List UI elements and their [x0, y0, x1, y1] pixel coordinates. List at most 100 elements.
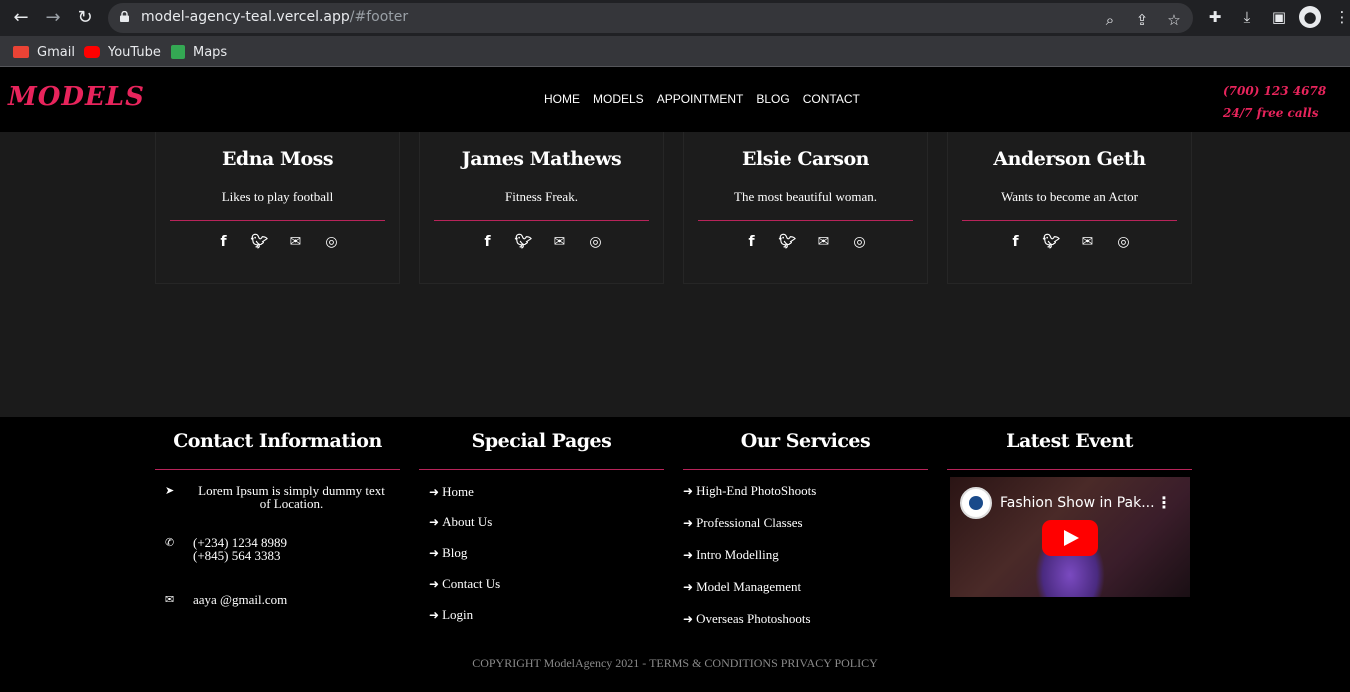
instagram-icon[interactable]: ◎: [323, 233, 341, 251]
instagram-icon[interactable]: ◎: [851, 233, 869, 251]
envelope-icon[interactable]: ✉: [287, 233, 305, 251]
twitter-icon[interactable]: 🐦︎: [251, 233, 269, 251]
contact-location: ➤ Lorem Ipsum is simply dummy text of Lo…: [165, 484, 390, 510]
footer-link-contact[interactable]: ➜ Contact Us: [429, 576, 500, 592]
arrow-right-icon: ➜: [683, 516, 694, 530]
site-header: MODELS HOME MODELS APPOINTMENT BLOG CONT…: [0, 68, 1350, 132]
facebook-icon[interactable]: f: [743, 233, 761, 251]
envelope-icon[interactable]: ✉: [551, 233, 569, 251]
nav-blog[interactable]: BLOG: [756, 92, 789, 106]
link-label: About Us: [442, 514, 493, 529]
side-panel-icon[interactable]: ▣: [1268, 6, 1290, 28]
reload-icon[interactable]: ↻: [73, 6, 97, 30]
facebook-icon[interactable]: f: [479, 233, 497, 251]
footer-link-about[interactable]: ➜ About Us: [429, 514, 492, 530]
bookmark-label: Gmail: [37, 44, 75, 60]
video-title[interactable]: Fashion Show in Pak...: [1000, 495, 1155, 511]
bookmark-label: YouTube: [108, 44, 161, 60]
envelope-icon[interactable]: ✉: [1079, 233, 1097, 251]
nav-contact[interactable]: CONTACT: [803, 92, 860, 106]
youtube-video-embed[interactable]: Fashion Show in Pak... ⋮: [950, 477, 1190, 597]
service-link[interactable]: ➜ Professional Classes: [683, 515, 803, 531]
footer-link-home[interactable]: ➜ Home: [429, 484, 474, 500]
bookmark-gmail[interactable]: Gmail: [13, 42, 75, 62]
phone-icon: ✆: [165, 536, 175, 549]
service-link[interactable]: ➜ Overseas Photoshoots: [683, 611, 811, 627]
zoom-icon[interactable]: ⌕: [1099, 9, 1121, 31]
model-description: Wants to become an Actor: [1001, 189, 1138, 204]
location-arrow-icon: ➤: [165, 484, 175, 497]
model-description: The most beautiful woman.: [734, 189, 877, 204]
footer-heading: Special Pages: [471, 430, 612, 452]
divider: [419, 469, 664, 470]
arrow-right-icon: ➜: [429, 546, 440, 560]
bookmark-youtube[interactable]: YouTube: [84, 42, 161, 62]
models-section: Edna Moss Likes to play football f 🐦︎ ✉ …: [0, 132, 1350, 417]
download-icon[interactable]: ⤓: [1236, 6, 1258, 28]
back-arrow-icon[interactable]: ←: [9, 6, 33, 30]
email-text[interactable]: aaya @gmail.com: [193, 593, 287, 606]
model-name: Edna Moss: [221, 148, 334, 170]
twitter-icon[interactable]: 🐦︎: [1043, 233, 1061, 251]
main-nav: HOME MODELS APPOINTMENT BLOG CONTACT: [544, 92, 860, 106]
play-button-icon[interactable]: [1042, 520, 1098, 556]
arrow-right-icon: ➜: [429, 577, 440, 591]
footer-link-login[interactable]: ➜ Login: [429, 607, 473, 623]
channel-avatar[interactable]: [960, 487, 992, 519]
link-label: Contact Us: [442, 576, 501, 591]
link-label: Overseas Photoshoots: [696, 611, 811, 626]
envelope-icon[interactable]: ✉: [815, 233, 833, 251]
model-description: Fitness Freak.: [505, 189, 578, 204]
footer-link-blog[interactable]: ➜ Blog: [429, 545, 467, 561]
contact-phone: ✆ (+234) 1234 8989 (+845) 564 3383: [165, 536, 390, 562]
social-links: f 🐦︎ ✉ ◎: [156, 233, 399, 251]
link-label: Professional Classes: [696, 515, 803, 530]
divider: [962, 220, 1177, 221]
maps-icon: [171, 45, 185, 59]
divider: [683, 469, 928, 470]
phone-number[interactable]: (700) 123 4678: [1223, 80, 1326, 102]
service-link[interactable]: ➜ Model Management: [683, 579, 801, 595]
link-label: Intro Modelling: [696, 547, 779, 562]
menu-kebab-icon[interactable]: ⋮: [1331, 6, 1350, 28]
model-name: Anderson Geth: [993, 148, 1146, 170]
forward-arrow-icon[interactable]: →: [41, 6, 65, 30]
lock-icon: [120, 11, 129, 22]
twitter-icon[interactable]: 🐦︎: [779, 233, 797, 251]
video-menu-icon[interactable]: ⋮: [1156, 493, 1172, 512]
extensions-icon[interactable]: ✚: [1204, 6, 1226, 28]
arrow-right-icon: ➜: [429, 515, 440, 529]
service-link[interactable]: ➜ High-End PhotoShoots: [683, 483, 816, 499]
service-link[interactable]: ➜ Intro Modelling: [683, 547, 779, 563]
model-card: James Mathews Fitness Freak. f 🐦︎ ✉ ◎: [419, 132, 664, 284]
social-links: f 🐦︎ ✉ ◎: [420, 233, 663, 251]
site-logo[interactable]: MODELS: [8, 82, 145, 112]
divider: [947, 469, 1192, 470]
footer-heading: Latest Event: [1006, 430, 1133, 452]
bookmark-maps[interactable]: Maps: [171, 42, 227, 62]
address-bar[interactable]: model-agency-teal.vercel.app/#footer ⌕ ⇪…: [108, 3, 1193, 33]
model-name: Elsie Carson: [742, 148, 869, 170]
site-footer: Contact Information ➤ Lorem Ipsum is sim…: [0, 417, 1350, 692]
facebook-icon[interactable]: f: [1007, 233, 1025, 251]
facebook-icon[interactable]: f: [215, 233, 233, 251]
instagram-icon[interactable]: ◎: [587, 233, 605, 251]
model-name: James Mathews: [461, 148, 622, 170]
bookmark-star-icon[interactable]: ☆: [1163, 9, 1185, 31]
nav-appointment[interactable]: APPOINTMENT: [657, 92, 744, 106]
gmail-icon: [13, 46, 29, 58]
twitter-icon[interactable]: 🐦︎: [515, 233, 533, 251]
arrow-right-icon: ➜: [683, 484, 694, 498]
nav-home[interactable]: HOME: [544, 92, 580, 106]
share-icon[interactable]: ⇪: [1131, 9, 1153, 31]
divider: [170, 220, 385, 221]
phone-line-2[interactable]: (+845) 564 3383: [193, 549, 287, 562]
bookmark-label: Maps: [193, 44, 228, 60]
link-label: Login: [442, 607, 474, 622]
phone-note: 24/7 free calls: [1223, 106, 1319, 120]
nav-models[interactable]: MODELS: [593, 92, 644, 106]
profile-avatar-icon[interactable]: ●: [1299, 6, 1321, 28]
footer-heading: Our Services: [740, 430, 871, 452]
instagram-icon[interactable]: ◎: [1115, 233, 1133, 251]
model-card: Anderson Geth Wants to become an Actor f…: [947, 132, 1192, 284]
